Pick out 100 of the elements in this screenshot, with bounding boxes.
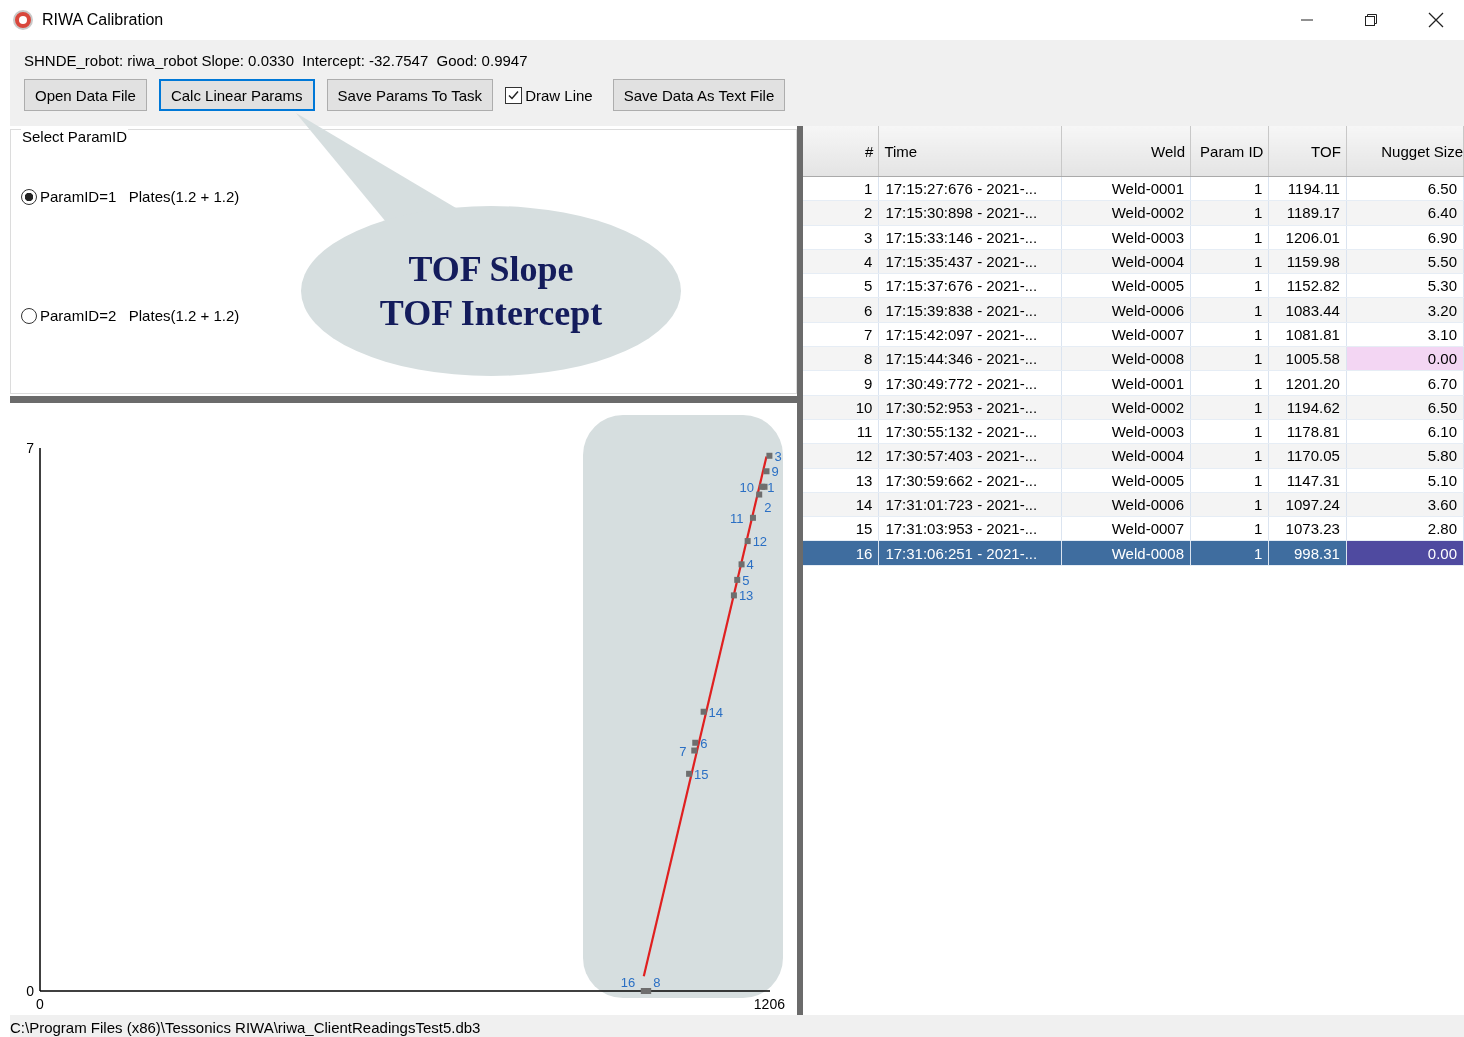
table-row[interactable]: 14 17:31:01:723 - 2021-... Weld-0006 1 1097.24 3.60 <box>803 492 1464 517</box>
table-cell: 8 <box>803 346 879 371</box>
y-tick-label: 0 <box>26 983 34 999</box>
table-cell: 5.80 <box>1346 443 1464 469</box>
table-cell: 1 <box>1190 540 1269 566</box>
checkbox[interactable] <box>505 86 523 104</box>
table-cell: 2 <box>803 200 879 226</box>
table-cell: 1152.82 <box>1268 273 1347 298</box>
table-cell: 1073.23 <box>1268 516 1347 541</box>
column-header[interactable]: Nugget Size <box>1346 126 1464 177</box>
table-cell: 1 <box>1190 200 1269 226</box>
robot-label: SHNDE_robot: riwa_robot <box>24 52 198 69</box>
toolbar-button[interactable]: Save Data As Text File <box>612 79 786 111</box>
callout-text: TOF Intercept <box>378 292 604 335</box>
check-icon <box>507 88 521 102</box>
table-cell: Weld-0002 <box>1061 395 1191 420</box>
radio-button[interactable] <box>21 307 37 324</box>
table-cell: 1 <box>1190 249 1269 274</box>
table-cell: Weld-0002 <box>1061 200 1191 226</box>
table-cell: Weld-0003 <box>1061 419 1191 444</box>
point-label: 3 <box>774 448 782 464</box>
toolbar-button[interactable]: Save Params To Task <box>326 79 494 111</box>
table-row[interactable]: 4 17:15:35:437 - 2021-... Weld-0004 1 1159.98 5.50 <box>803 249 1464 274</box>
table-cell: 2.80 <box>1346 516 1464 541</box>
table-row[interactable]: 9 17:30:49:772 - 2021-... Weld-0001 1 1201.20 6.70 <box>803 370 1464 396</box>
point-label: 16 <box>620 975 636 990</box>
data-point <box>734 576 741 583</box>
point-label: 7 <box>679 743 687 759</box>
table-cell: 10 <box>803 395 879 420</box>
y-tick-label: 7 <box>26 440 34 456</box>
table-row[interactable]: 5 17:15:37:676 - 2021-... Weld-0005 1 1152.82 5.30 <box>803 273 1464 298</box>
table-cell: 1097.24 <box>1268 492 1347 517</box>
checkbox-label: Draw Line <box>525 86 593 104</box>
table-cell: 1194.11 <box>1268 176 1347 201</box>
point-label: 12 <box>752 534 768 550</box>
column-header[interactable]: # <box>803 126 879 177</box>
table-row[interactable]: 3 17:15:33:146 - 2021-... Weld-0003 1 1206.01 6.90 <box>803 225 1464 250</box>
table-cell: 1159.98 <box>1268 249 1347 274</box>
point-label: 8 <box>653 975 661 990</box>
table-cell: 14 <box>803 492 879 517</box>
table-cell: 17:31:01:723 - 2021-... <box>878 492 1062 517</box>
table-cell: 6.70 <box>1346 370 1464 396</box>
table-cell: 1 <box>803 176 879 201</box>
table-cell: 17:15:30:898 - 2021-... <box>878 200 1062 226</box>
fit-result-text: Slope: 0.0330 Intercept: -32.7547 Good: 0.9947 <box>201 52 528 69</box>
close-icon[interactable] <box>1428 12 1444 28</box>
table-row[interactable]: 8 17:15:44:346 - 2021-... Weld-0008 1 1005.58 0.00 <box>803 346 1464 371</box>
table-row[interactable]: 7 17:15:42:097 - 2021-... Weld-0007 1 1081.81 3.10 <box>803 322 1464 347</box>
toolbar-button[interactable]: Calc Linear Params <box>158 79 315 111</box>
table-row[interactable]: 12 17:30:57:403 - 2021-... Weld-0004 1 1170.05 5.80 <box>803 443 1464 469</box>
table-cell: 17:15:39:838 - 2021-... <box>878 298 1062 323</box>
restore-icon[interactable] <box>1364 13 1378 27</box>
table-cell: 17:31:06:251 - 2021-... <box>878 540 1062 566</box>
table-row[interactable]: 11 17:30:55:132 - 2021-... Weld-0003 1 1178.81 6.10 <box>803 419 1464 444</box>
table-row[interactable]: 15 17:31:03:953 - 2021-... Weld-0007 1 1073.23 2.80 <box>803 516 1464 541</box>
table-cell: 1083.44 <box>1268 298 1347 323</box>
table-cell: 998.31 <box>1268 540 1347 566</box>
point-label: 10 <box>739 479 754 495</box>
table-cell: 9 <box>803 370 879 396</box>
table-cell: 1 <box>1190 492 1269 517</box>
table-cell: 4 <box>803 249 879 274</box>
table-row[interactable]: 6 17:15:39:838 - 2021-... Weld-0006 1 1083.44 3.20 <box>803 298 1464 323</box>
table-row[interactable]: 10 17:30:52:953 - 2021-... Weld-0002 1 1194.62 6.50 <box>803 395 1464 420</box>
window-title: RIWA Calibration <box>42 11 164 29</box>
table-cell: 11 <box>803 419 879 444</box>
toolbar-button[interactable]: Open Data File <box>24 79 147 111</box>
table-cell: Weld-0004 <box>1061 443 1191 469</box>
table-cell: 1 <box>1190 468 1269 493</box>
table-row[interactable]: 13 17:30:59:662 - 2021-... Weld-0005 1 1147.31 5.10 <box>803 468 1464 493</box>
radio-button[interactable] <box>21 188 37 205</box>
column-header[interactable]: Param ID <box>1190 126 1269 177</box>
table-cell: 3.60 <box>1346 492 1464 517</box>
table-cell: Weld-0001 <box>1061 176 1191 201</box>
table-cell: 17:15:37:676 - 2021-... <box>878 273 1062 298</box>
table-cell: Weld-0005 <box>1061 468 1191 493</box>
table-cell: 1 <box>1190 443 1269 469</box>
table-cell: 17:30:55:132 - 2021-... <box>878 419 1062 444</box>
table-cell: 17:30:49:772 - 2021-... <box>878 370 1062 396</box>
column-header[interactable]: TOF <box>1268 126 1347 177</box>
table-row[interactable]: 2 17:15:30:898 - 2021-... Weld-0002 1 1189.17 6.40 <box>803 200 1464 226</box>
callout-text: TOF Slope <box>407 248 575 291</box>
data-point <box>700 708 707 715</box>
table-cell: 1 <box>1190 419 1269 444</box>
table-cell: 1081.81 <box>1268 322 1347 347</box>
table-cell: Weld-0003 <box>1061 225 1191 250</box>
table-cell: 17:30:57:403 - 2021-... <box>878 443 1062 469</box>
table-row[interactable]: 1 17:15:27:676 - 2021-... Weld-0001 1 1194.11 6.50 <box>803 176 1464 201</box>
app-logo-icon <box>13 10 33 30</box>
column-header[interactable]: Time <box>878 126 1062 177</box>
table-cell: 17:15:33:146 - 2021-... <box>878 225 1062 250</box>
table-cell: 1 <box>1190 273 1269 298</box>
table-row[interactable]: 16 17:31:06:251 - 2021-... Weld-0008 1 998.31 0.00 <box>803 540 1464 566</box>
table-cell: 1005.58 <box>1268 346 1347 371</box>
column-header[interactable]: Weld <box>1061 126 1191 177</box>
table-cell: 12 <box>803 443 879 469</box>
point-label: 1 <box>767 479 775 495</box>
data-point <box>744 538 751 545</box>
table-cell: 0.00 <box>1346 346 1464 371</box>
table-cell: 0.00 <box>1346 540 1464 566</box>
table-cell: 7 <box>803 322 879 347</box>
